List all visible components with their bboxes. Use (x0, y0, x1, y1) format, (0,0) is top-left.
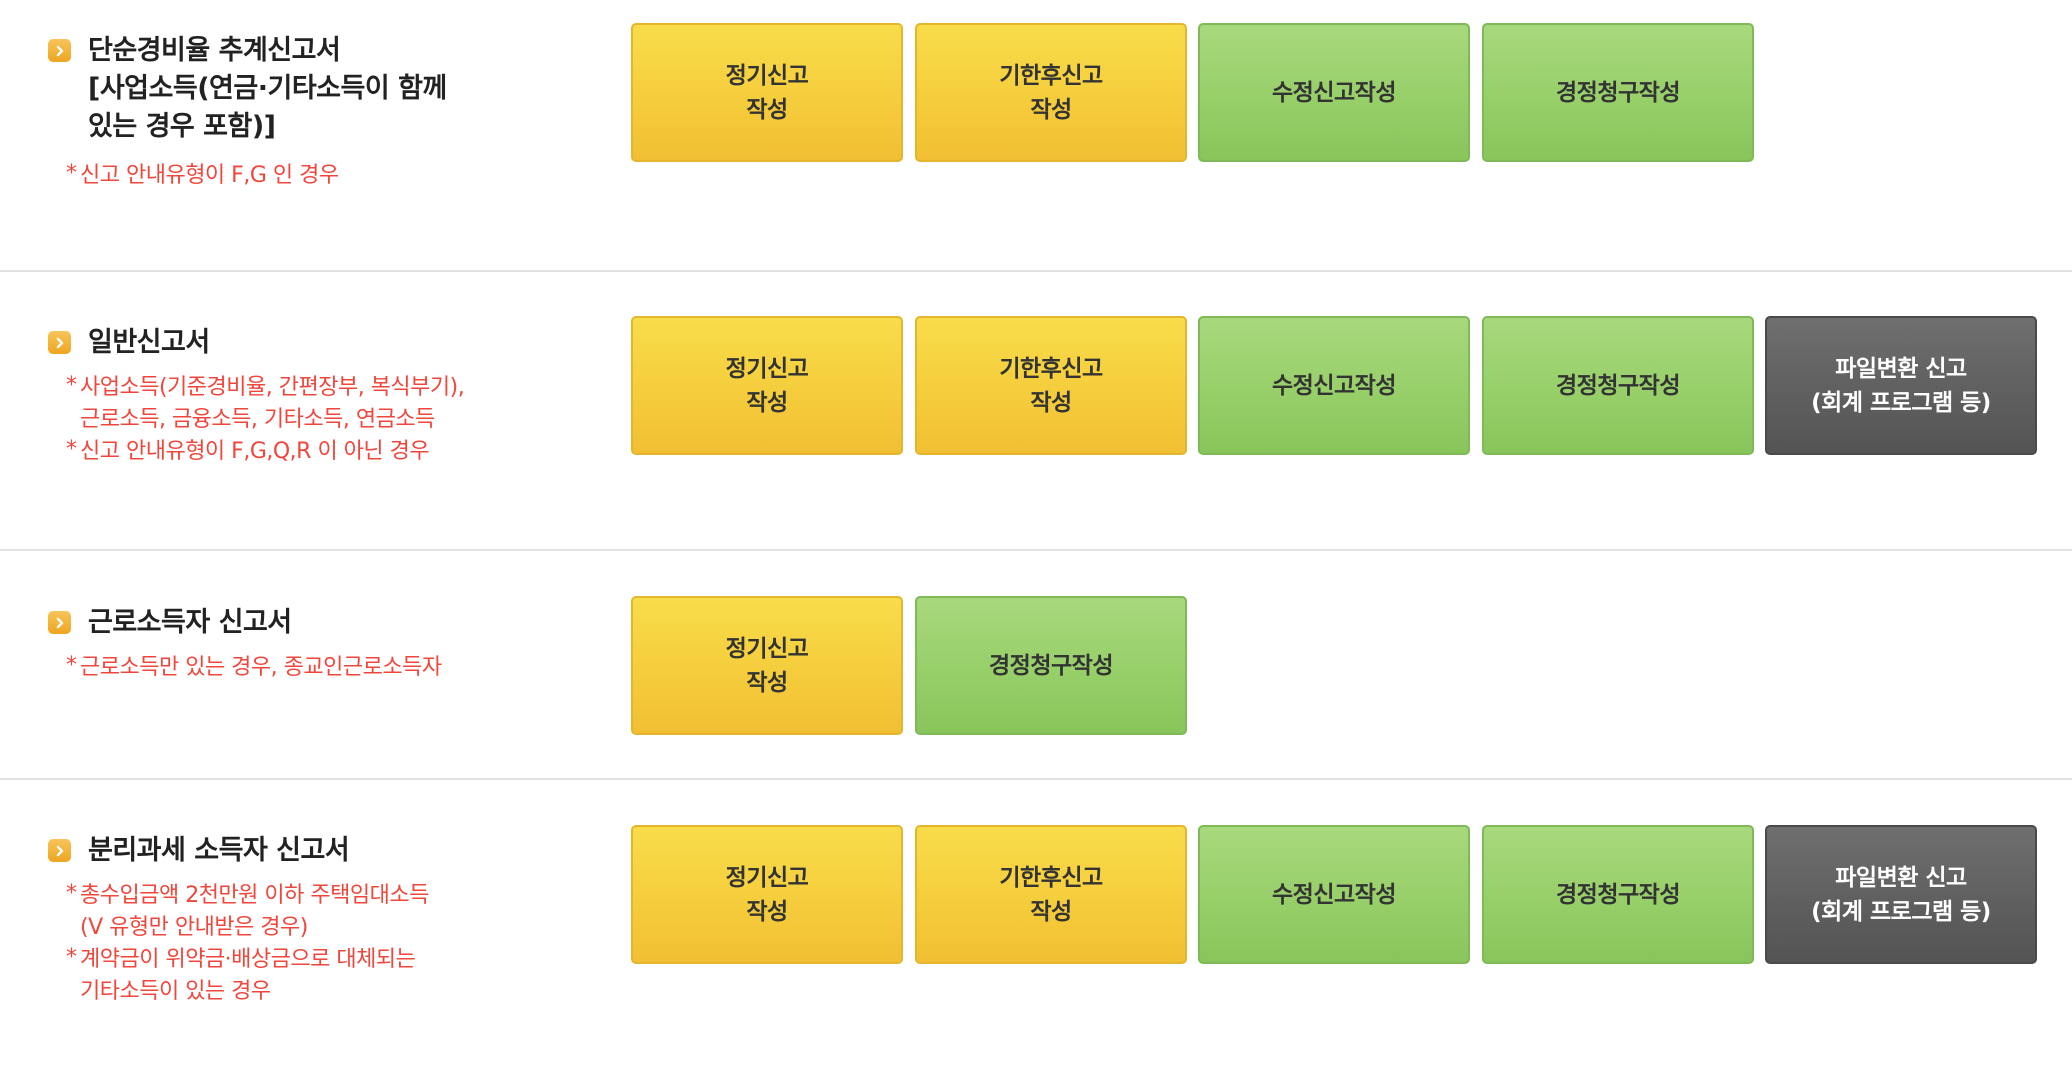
section-note: 계약금이 위약금·배상금으로 대체되는 기타소득이 있는 경우 (66, 942, 429, 1008)
section-note: 신고 안내유형이 F,G 인 경우 (66, 158, 447, 192)
late-filing-button[interactable]: 기한후신고 작성 (915, 825, 1187, 964)
section-earned-income: 근로소득자 신고서 근로소득만 있는 경우, 종교인근로소득자 정기신고 작성 … (0, 551, 2072, 780)
section-title: 일반신고서 (88, 327, 210, 358)
amended-filing-button[interactable]: 수정신고작성 (1198, 23, 1470, 162)
amended-filing-button[interactable]: 수정신고작성 (1198, 316, 1470, 455)
chevron-right-icon (48, 611, 71, 634)
file-conversion-filing-button[interactable]: 파일변환 신고 (회계 프로그램 등) (1765, 825, 2037, 964)
refund-claim-button[interactable]: 경정청구작성 (1482, 23, 1754, 162)
section-title: 단순경비율 추계신고서 [사업소득(연금·기타소득이 함께 있는 경우 포함)] (88, 35, 447, 142)
file-conversion-filing-button[interactable]: 파일변환 신고 (회계 프로그램 등) (1765, 316, 2037, 455)
section-note: 총수입금액 2천만원 이하 주택임대소득 (V 유형만 안내받은 경우) (66, 878, 429, 944)
refund-claim-button[interactable]: 경정청구작성 (915, 596, 1187, 735)
section-title: 분리과세 소득자 신고서 (88, 835, 350, 866)
chevron-right-icon (48, 839, 71, 862)
regular-filing-button[interactable]: 정기신고 작성 (631, 23, 903, 162)
section-title: 근로소득자 신고서 (88, 607, 292, 638)
late-filing-button[interactable]: 기한후신고 작성 (915, 316, 1187, 455)
section-simple-expense-rate: 단순경비율 추계신고서 [사업소득(연금·기타소득이 함께 있는 경우 포함)]… (0, 0, 2072, 272)
regular-filing-button[interactable]: 정기신고 작성 (631, 316, 903, 455)
section-note: 근로소득만 있는 경우, 종교인근로소득자 (66, 650, 442, 684)
refund-claim-button[interactable]: 경정청구작성 (1482, 825, 1754, 964)
section-general: 일반신고서 사업소득(기준경비율, 간편장부, 복식부기), 근로소득, 금융소… (0, 272, 2072, 550)
section-note: 신고 안내유형이 F,G,Q,R 이 아닌 경우 (66, 434, 464, 468)
section-note: 사업소득(기준경비율, 간편장부, 복식부기), 근로소득, 금융소득, 기타소… (66, 370, 465, 436)
refund-claim-button[interactable]: 경정청구작성 (1482, 316, 1754, 455)
section-separate-taxation: 분리과세 소득자 신고서 총수입금액 2천만원 이하 주택임대소득 (V 유형만… (0, 780, 2072, 1086)
amended-filing-button[interactable]: 수정신고작성 (1198, 825, 1470, 964)
regular-filing-button[interactable]: 정기신고 작성 (631, 596, 903, 735)
chevron-right-icon (48, 39, 71, 62)
regular-filing-button[interactable]: 정기신고 작성 (631, 825, 903, 964)
chevron-right-icon (48, 331, 71, 354)
late-filing-button[interactable]: 기한후신고 작성 (915, 23, 1187, 162)
